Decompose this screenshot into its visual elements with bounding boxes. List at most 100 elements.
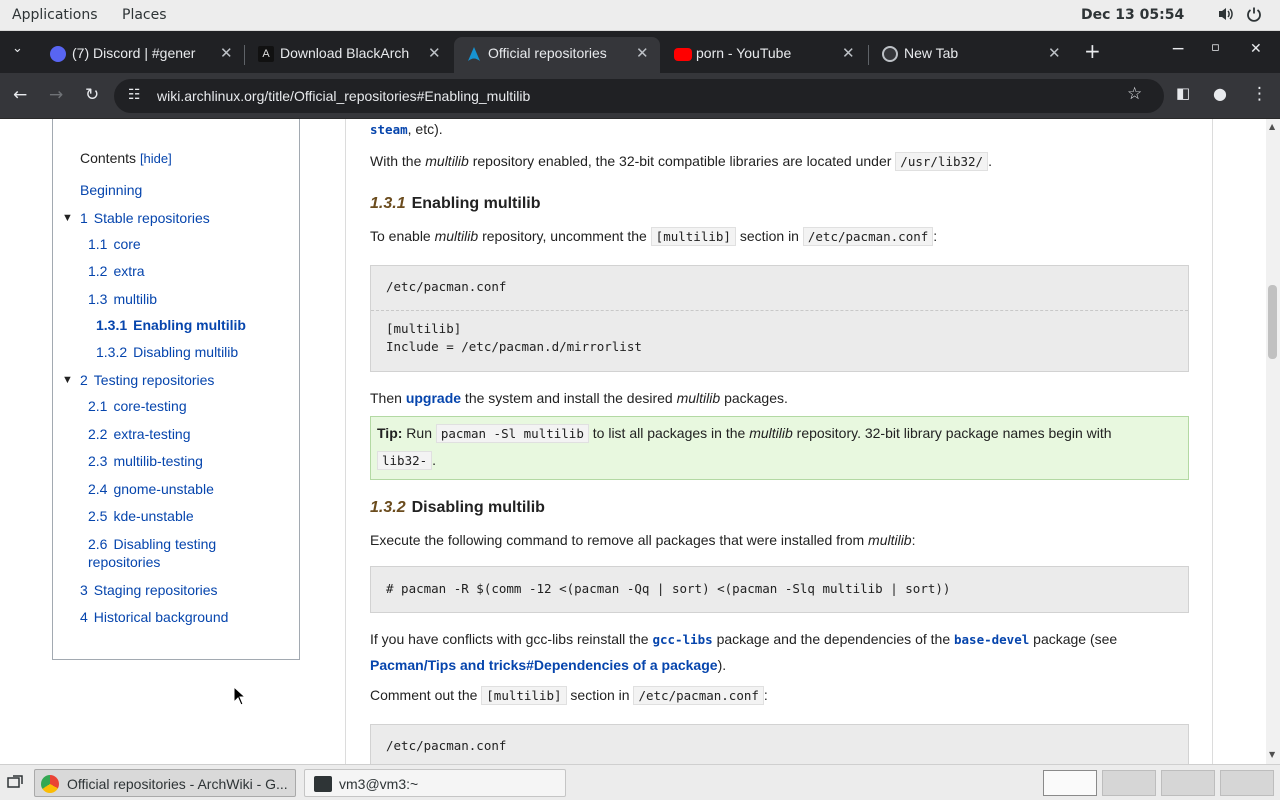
toc-item-staging-repositories[interactable]: 3 Staging repositories [80, 582, 218, 598]
side-panel-icon[interactable]: ◧ [1176, 84, 1190, 102]
toc-item-core-testing[interactable]: 2.1 core-testing [88, 398, 187, 414]
chevron-down-icon[interactable]: ▼ [62, 374, 73, 386]
blackarch-icon: A [258, 46, 274, 62]
terminal-icon [314, 776, 332, 792]
toc-item-disabling-testing-cont[interactable]: repositories [88, 554, 160, 570]
chevron-down-icon[interactable]: ▼ [62, 212, 73, 224]
toc-item-kde-unstable[interactable]: 2.5 kde-unstable [88, 508, 194, 524]
tab-new-tab[interactable]: New Tab ✕ [870, 37, 1074, 73]
bookmark-star-icon[interactable]: ☆ [1127, 84, 1142, 104]
web-page: Contents [hide] Beginning ▼ 1 Stable repo… [0, 119, 1266, 764]
show-desktop-icon[interactable] [7, 774, 23, 793]
toc-item-multilib[interactable]: 1.3 multilib [88, 291, 157, 307]
menu-kebab-icon[interactable]: ⋮ [1251, 84, 1268, 104]
paragraph-enable: To enable multilib repository, uncomment… [370, 227, 938, 246]
taskbar: Official repositories - ArchWiki - G... … [0, 764, 1280, 800]
paragraph-conflicts: If you have conflicts with gcc-libs rein… [370, 631, 1118, 647]
tip-box: Tip: Run pacman -Sl multilib to list all… [370, 416, 1189, 480]
chrome-icon [41, 775, 59, 793]
paragraph-comment-out: Comment out the [multilib] section in /e… [370, 686, 768, 705]
discord-icon [50, 46, 66, 62]
toc-item-stable-repositories[interactable]: 1 Stable repositories [80, 210, 210, 226]
tab-discord[interactable]: (7) Discord | #gener ✕ [38, 37, 240, 73]
toc-item-historical-background[interactable]: 4 Historical background [80, 609, 228, 625]
url-text[interactable]: wiki.archlinux.org/title/Official_reposi… [157, 88, 530, 104]
taskbar-item-terminal[interactable]: vm3@vm3:~ [304, 769, 566, 797]
code-block-remove-command: # pacman -R $(comm -12 <(pacman -Qq | so… [370, 566, 1189, 613]
tab-title: New Tab [904, 45, 959, 61]
code-block-pacman-conf: /etc/pacman.conf [multilib] Include = /e… [370, 265, 1189, 372]
forward-icon[interactable]: → [49, 85, 63, 105]
back-icon[interactable]: ← [13, 85, 27, 105]
arch-icon [466, 46, 482, 62]
paragraph-steam: steam, etc). [370, 121, 443, 137]
paragraph-remove: Execute the following command to remove … [370, 532, 916, 548]
youtube-icon [674, 48, 692, 61]
toc-item-disabling-multilib[interactable]: 1.3.2 Disabling multilib [96, 344, 238, 360]
toc-item-core[interactable]: 1.1 core [88, 236, 141, 252]
toc-item-beginning[interactable]: Beginning [80, 182, 142, 198]
workspace-1[interactable] [1043, 770, 1097, 796]
scrollbar-thumb[interactable] [1268, 285, 1277, 359]
applications-menu[interactable]: Applications [12, 7, 98, 23]
scroll-down-arrow-icon[interactable]: ▼ [1269, 750, 1275, 759]
tab-blackarch[interactable]: A Download BlackArch ✕ [246, 37, 452, 73]
profile-icon[interactable]: ● [1213, 84, 1227, 103]
close-tab-icon[interactable]: ✕ [842, 44, 855, 62]
gcc-libs-link[interactable]: gcc-libs [652, 632, 712, 647]
close-tab-icon[interactable]: ✕ [220, 44, 233, 62]
article-content: steam, etc). With the multilib repositor… [345, 119, 1213, 764]
paragraph-upgrade: Then upgrade the system and install the … [370, 390, 788, 406]
workspace-2[interactable] [1102, 770, 1156, 796]
toc-heading: Contents [hide] [80, 150, 172, 166]
address-bar[interactable]: ☷ wiki.archlinux.org/title/Official_repo… [114, 79, 1164, 113]
tab-title: porn - YouTube [696, 45, 792, 61]
close-tab-icon[interactable]: ✕ [636, 44, 649, 62]
tab-youtube[interactable]: porn - YouTube ✕ [662, 37, 866, 73]
reload-icon[interactable]: ↻ [85, 85, 99, 105]
pacman-tips-link[interactable]: Pacman/Tips and tricks#Dependencies of a… [370, 657, 718, 673]
scroll-up-arrow-icon[interactable]: ▲ [1269, 122, 1275, 131]
close-window-icon[interactable]: ✕ [1250, 41, 1262, 57]
toc-item-extra-testing[interactable]: 2.2 extra-testing [88, 426, 191, 442]
new-tab-button[interactable]: + [1084, 39, 1101, 63]
close-tab-icon[interactable]: ✕ [1048, 44, 1061, 62]
toc-item-disabling-testing[interactable]: 2.6 Disabling testing [88, 536, 216, 552]
toc-item-testing-repositories[interactable]: 2 Testing repositories [80, 372, 214, 388]
tab-search-icon[interactable]: ⌄ [12, 41, 23, 56]
site-info-icon[interactable]: ☷ [128, 87, 141, 103]
maximize-icon[interactable]: ▫ [1211, 40, 1220, 55]
heading-disabling-multilib: 1.3.2 Disabling multilib [370, 499, 545, 516]
toc-item-gnome-unstable[interactable]: 2.4 gnome-unstable [88, 481, 214, 497]
tab-strip: ⌄ (7) Discord | #gener ✕ A Download Blac… [0, 31, 1280, 73]
taskbar-item-chrome[interactable]: Official repositories - ArchWiki - G... [34, 769, 296, 797]
paragraph-conflicts-cont: Pacman/Tips and tricks#Dependencies of a… [370, 657, 727, 673]
code-block-title: /etc/pacman.conf [386, 279, 507, 294]
toc-item-enabling-multilib[interactable]: 1.3.1 Enabling multilib [96, 317, 246, 333]
upgrade-link[interactable]: upgrade [406, 390, 461, 406]
tab-title: Download BlackArch [280, 45, 410, 61]
tab-title: Official repositories [488, 45, 607, 61]
heading-enabling-multilib: 1.3.1 Enabling multilib [370, 195, 541, 212]
volume-icon[interactable] [1217, 6, 1235, 26]
tab-official-repositories[interactable]: Official repositories ✕ [454, 37, 660, 73]
toc-item-extra[interactable]: 1.2 extra [88, 263, 145, 279]
workspace-4[interactable] [1220, 770, 1274, 796]
power-icon[interactable] [1246, 6, 1262, 26]
scrollbar[interactable] [1266, 119, 1280, 764]
code-block-pacman-conf-2: /etc/pacman.conf [370, 724, 1189, 764]
table-of-contents: Contents [hide] Beginning ▼ 1 Stable repo… [52, 119, 300, 660]
base-devel-link[interactable]: base-devel [954, 632, 1029, 647]
places-menu[interactable]: Places [122, 7, 167, 23]
paragraph-lib32: With the multilib repository enabled, th… [370, 152, 992, 171]
minimize-icon[interactable]: − [1171, 39, 1185, 59]
close-tab-icon[interactable]: ✕ [428, 44, 441, 62]
clock[interactable]: Dec 13 05:54 [1081, 7, 1184, 23]
chrome-icon [882, 46, 898, 62]
top-panel: Applications Places Dec 13 05:54 [0, 0, 1280, 31]
toc-item-multilib-testing[interactable]: 2.3 multilib-testing [88, 453, 203, 469]
steam-package-link[interactable]: steam [370, 122, 408, 137]
toc-hide-link[interactable]: [hide] [140, 151, 172, 166]
workspace-3[interactable] [1161, 770, 1215, 796]
browser-toolbar: ← → ↻ ☷ wiki.archlinux.org/title/Officia… [0, 73, 1280, 119]
